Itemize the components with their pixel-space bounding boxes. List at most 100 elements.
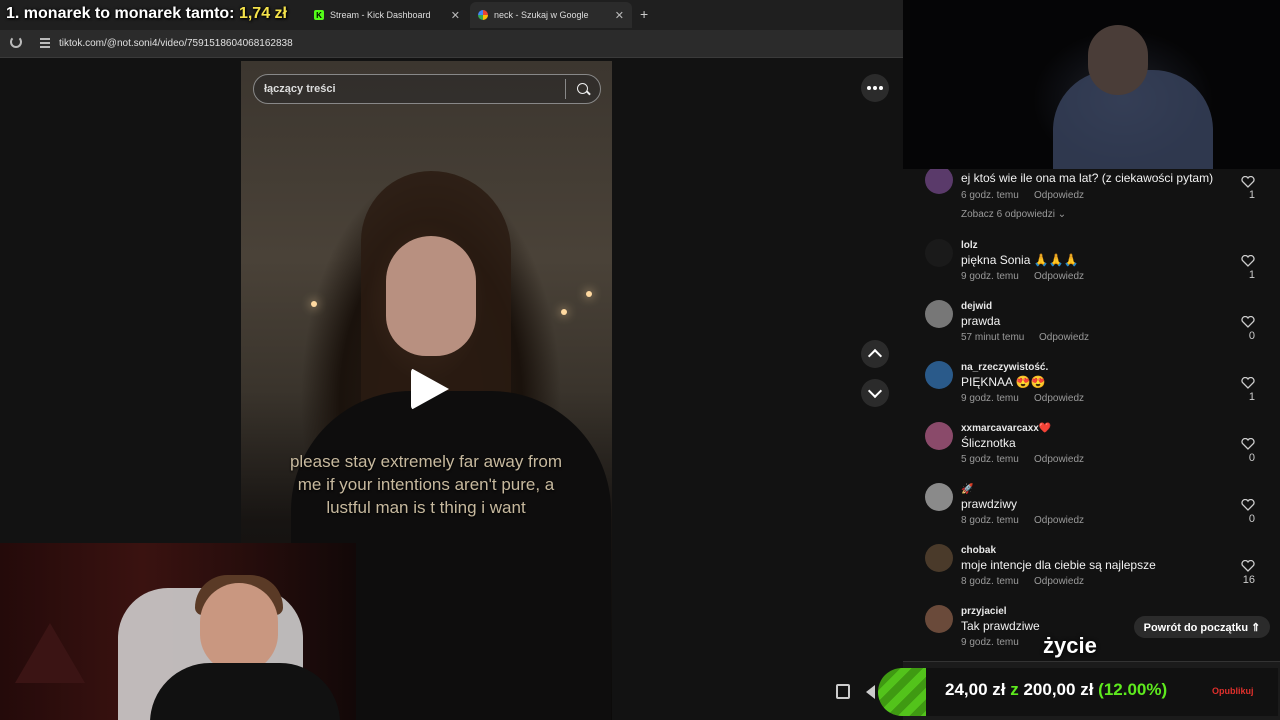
comment-username[interactable]: lolz bbox=[961, 240, 978, 251]
more-dot bbox=[867, 86, 871, 90]
screen: K Stream - Kick Dashboard ✕ neck - Szuka… bbox=[0, 0, 1280, 720]
like-count: 1 bbox=[1248, 269, 1255, 281]
comment-username[interactable]: xxmarcavarcaxx❤️ bbox=[961, 423, 1051, 434]
like-count: 0 bbox=[1248, 330, 1255, 342]
avatar[interactable] bbox=[925, 544, 953, 572]
donation-goal-text: 24,00 zł z 200,00 zł (12.00%) bbox=[945, 680, 1167, 700]
comment-item: lolz piękna Sonia 🙏🙏🙏 9 godz. temu Odpow… bbox=[903, 239, 1280, 300]
url-field[interactable]: tiktok.com/@not.soni4/video/759151860406… bbox=[59, 38, 293, 49]
address-bar: tiktok.com/@not.soni4/video/759151860406… bbox=[0, 30, 903, 58]
comment-text: piękna Sonia 🙏🙏🙏 bbox=[961, 253, 1079, 267]
like-heart-icon[interactable] bbox=[1241, 438, 1255, 450]
close-tab-icon[interactable]: ✕ bbox=[451, 9, 460, 22]
like-count: 1 bbox=[1248, 391, 1255, 403]
avatar[interactable] bbox=[925, 605, 953, 633]
new-tab-button[interactable]: + bbox=[640, 6, 648, 22]
comment-username[interactable]: chobak bbox=[961, 545, 996, 556]
overlay-title-text: 1. monarek to monarek tamto: bbox=[6, 5, 235, 22]
search-icon[interactable] bbox=[566, 75, 600, 103]
site-settings-icon[interactable] bbox=[40, 38, 50, 48]
like-heart-icon[interactable] bbox=[1241, 255, 1255, 267]
donation-goal-fill bbox=[878, 668, 926, 716]
donation-goal-widget: 24,00 zł z 200,00 zł (12.00%) Opublikuj bbox=[878, 668, 1278, 716]
like-heart-icon[interactable] bbox=[1241, 560, 1255, 572]
avatar[interactable] bbox=[925, 422, 953, 450]
comment-username[interactable]: na_rzeczywistość. bbox=[961, 362, 1048, 373]
comment-item: xxmarcavarcaxx❤️ Ślicznotka 5 godz. temu… bbox=[903, 422, 1280, 483]
comment-item: ej ktoś wie ile ona ma lat? (z ciekawośc… bbox=[903, 169, 1280, 227]
comment-time: 9 godz. temu bbox=[961, 271, 1019, 282]
donation-separator: z bbox=[1010, 680, 1019, 699]
comment-text: ej ktoś wie ile ona ma lat? (z ciekawośc… bbox=[961, 171, 1214, 185]
avatar[interactable] bbox=[925, 361, 953, 389]
video-caption: please stay extremely far away from me i… bbox=[289, 452, 563, 517]
close-tab-icon[interactable]: ✕ bbox=[615, 9, 624, 22]
google-logo-icon bbox=[478, 10, 488, 20]
comment-username[interactable]: 🚀 bbox=[961, 484, 973, 495]
tab-label: Stream - Kick Dashboard bbox=[330, 10, 431, 20]
camera-person-head bbox=[1088, 25, 1148, 95]
reply-button[interactable]: Odpowiedz bbox=[1034, 271, 1084, 282]
comment-item: na_rzeczywistość. PIĘKNAA 😍😍 9 godz. tem… bbox=[903, 361, 1280, 422]
like-heart-icon[interactable] bbox=[1241, 316, 1255, 328]
kick-logo-icon: K bbox=[314, 10, 324, 20]
previous-video-button[interactable] bbox=[861, 340, 889, 368]
overlay-word: życie bbox=[1043, 633, 1097, 658]
background-triangle bbox=[15, 623, 85, 683]
comment-item: chobak moje intencje dla ciebie są najle… bbox=[903, 544, 1280, 605]
comment-text: PIĘKNAA 😍😍 bbox=[961, 375, 1046, 389]
street-light bbox=[586, 291, 592, 297]
clip-icon[interactable] bbox=[836, 684, 850, 699]
comment-text: Tak prawdziwe bbox=[961, 619, 1040, 633]
search-input[interactable]: łączący treści bbox=[254, 83, 565, 95]
comment-time: 6 godz. temu bbox=[961, 190, 1019, 201]
avatar[interactable] bbox=[925, 300, 953, 328]
like-count: 0 bbox=[1248, 513, 1255, 525]
comment-text: prawda bbox=[961, 314, 1001, 328]
next-video-button[interactable] bbox=[861, 379, 889, 407]
street-light bbox=[561, 309, 567, 315]
comment-username[interactable]: dejwid bbox=[961, 301, 992, 312]
comment-item: 🚀 prawdziwy 8 godz. temu Odpowiedz 0 bbox=[903, 483, 1280, 544]
comment-item: dejwid prawda 57 minut temu Odpowiedz 0 bbox=[903, 300, 1280, 361]
comment-time: 8 godz. temu bbox=[961, 515, 1019, 526]
like-heart-icon[interactable] bbox=[1241, 176, 1255, 188]
comment-username[interactable]: przyjaciel bbox=[961, 606, 1007, 617]
comment-time: 9 godz. temu bbox=[961, 393, 1019, 404]
reload-icon[interactable] bbox=[10, 36, 22, 48]
reply-button[interactable]: Odpowiedz bbox=[1034, 393, 1084, 404]
avatar[interactable] bbox=[925, 483, 953, 511]
streamer-webcam bbox=[0, 543, 356, 720]
overlay-title-amount: 1,74 zł bbox=[238, 5, 287, 22]
like-count: 16 bbox=[1242, 574, 1255, 586]
reply-button[interactable]: Odpowiedz bbox=[1034, 190, 1084, 201]
back-to-top-button[interactable]: Powrót do początku ⇑ bbox=[1134, 616, 1270, 638]
tab-kick-dashboard[interactable]: K Stream - Kick Dashboard ✕ bbox=[306, 2, 468, 28]
comment-time: 8 godz. temu bbox=[961, 576, 1019, 587]
volume-icon[interactable] bbox=[866, 685, 875, 699]
comment-time: 5 godz. temu bbox=[961, 454, 1019, 465]
publish-button[interactable]: Opublikuj bbox=[1212, 686, 1254, 696]
comments-panel: ej ktoś wie ile ona ma lat? (z ciekawośc… bbox=[903, 169, 1280, 661]
avatar[interactable] bbox=[925, 239, 953, 267]
avatar[interactable] bbox=[925, 169, 953, 194]
reply-button[interactable]: Odpowiedz bbox=[1034, 454, 1084, 465]
reply-button[interactable]: Odpowiedz bbox=[1039, 332, 1089, 343]
stream-overlay-title: 1. monarek to monarek tamto: 1,74 zł bbox=[6, 5, 287, 23]
video-subject-face bbox=[386, 236, 476, 356]
tab-google-search[interactable]: neck - Szukaj w Google ✕ bbox=[470, 2, 632, 28]
play-icon[interactable] bbox=[411, 368, 449, 410]
search-bar[interactable]: łączący treści bbox=[253, 74, 601, 104]
more-options-button[interactable] bbox=[861, 74, 889, 102]
see-replies-link[interactable]: Zobacz 6 odpowiedzi ⌄ bbox=[961, 209, 1066, 220]
like-heart-icon[interactable] bbox=[1241, 499, 1255, 511]
reply-button[interactable]: Odpowiedz bbox=[1034, 515, 1084, 526]
reply-button[interactable]: Odpowiedz bbox=[1034, 576, 1084, 587]
donation-current: 24,00 zł bbox=[945, 680, 1006, 699]
like-heart-icon[interactable] bbox=[1241, 377, 1255, 389]
street-light bbox=[311, 301, 317, 307]
second-camera bbox=[903, 0, 1280, 169]
more-dot bbox=[879, 86, 883, 90]
tab-label: neck - Szukaj w Google bbox=[494, 10, 589, 20]
like-count: 1 bbox=[1248, 189, 1255, 201]
